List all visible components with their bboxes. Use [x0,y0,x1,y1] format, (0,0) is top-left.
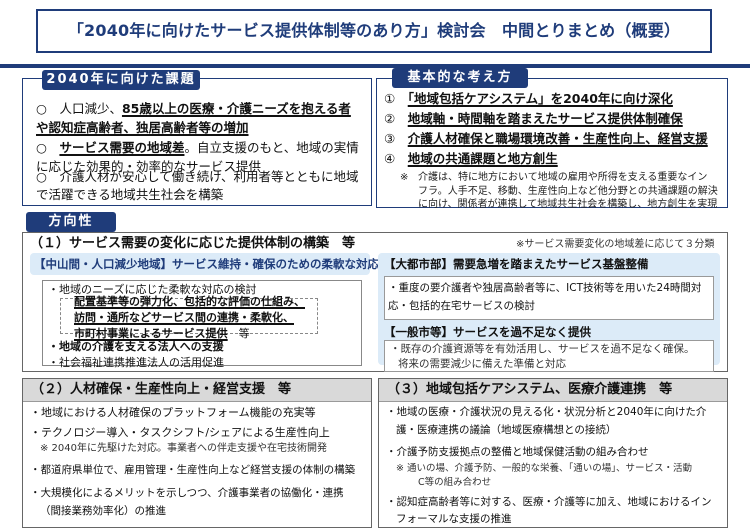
section1-note: ※サービス需要変化の地域差に応じて３分類 [516,239,715,250]
section2-title: （２）人材確保・生産性向上・経営支援 等 [23,379,371,402]
section2-item: ・都道府県単位で、雇用管理・生産性向上など経営支援の体制の構築 [30,464,356,476]
section2-item-line2: （間接業務効率化）の推進 [40,505,166,517]
section3-item-line2: 護・医療連携の議論（地域医療構想との接続） [396,424,617,436]
issue-item-line2: で活躍できる地域共生社会を構築 [36,187,224,202]
section3-note: C等の組み合わせ [418,477,492,488]
basic-note-mark: ※ [400,172,409,183]
city-line: 将来の需要減少に備えた準備と対応 [398,358,566,370]
section3-title: （３）地域包括ケアシステム、医療介護連携 等 [379,379,727,402]
basic-item: ② 地域軸・時間軸を踏まえたサービス提供体制確保 [384,111,683,126]
section3-item: ・地域の医療・介護状況の見える化・状況分析と2040年に向けた介 [386,406,707,418]
flex-line: ・社会福祉連携推進法人の活用促進 [48,356,224,369]
section1-right-header1: 【大都市部】需要急増を踏まえたサービス基盤整備 [384,257,649,271]
issue-item-line2: や認知症高齢者、独居高齢者等の増加 [36,120,249,135]
section1-title: （１）サービス需要の変化に応じた提供体制の構築 等 [30,236,356,251]
direction-heading: 方向性 [26,212,116,232]
issue-item: ○ サービス需要の地域差。自立支援のもと、地域の実情 [36,140,359,155]
city-line: ・既存の介護資源等を有効活用し、サービスを過不足なく確保。 [390,343,695,355]
section2-item: ・地域における人材確保のプラットフォーム機能の充実等 [30,406,316,419]
basic-item: ① 「地域包括ケアシステム」を2040年に向け深化 [384,91,673,106]
basic-item: ④ 地域の共通課題と地方創生 [384,151,558,166]
basic-item: ③ 介護人材確保と職場環境改善・生産性向上、経営支援 [384,131,708,146]
section2-item: ・テクノロジー導入・タスクシフト/シェアによる生産性向上 [30,426,330,439]
document-title: 「2040年に向けたサービス提供体制等のあり方」検討会 中間とりまとめ（概要） [36,9,712,53]
section1-left-header: 【中山間・人口減少地域】サービス維持・確保のための柔軟な対応 [34,257,379,271]
basic-note-line: 介護は、特に地方において地域の雇用や所得を支える重要なイン [418,172,708,183]
section3-item: ・介護予防支援拠点の整備と地域保健活動の組み合わせ [386,446,649,458]
issues-heading: 2040年に向けた課題 [42,70,200,90]
section3-note: ※ 通いの場、介護予防、一般的な栄養、「通いの場」、サービス・活動 [396,463,692,474]
basic-note-line: に向け、関係者が連携して地域共生社会を構築し、地方創生を実現 [418,199,718,210]
section3-item-line2: フォーマルな支援の推進 [396,513,512,525]
section1-right-header2: 【一般市等】サービスを過不足なく提供 [384,325,591,339]
section2-note: ※ 2040年に先駆けた対応。事業者への伴走支援や在宅技術開発 [40,443,328,454]
section2-item: ・大規模化によるメリットを示しつつ、介護事業者の協働化・連携 [30,487,344,499]
metro-line: 応・包括的在宅サービスの検討 [388,300,535,312]
issue-item: ○ 人口減少、85歳以上の医療・介護ニーズを抱える者 [36,101,351,116]
metro-line: ・重度の要介護者や独居高齢者等に、ICT技術等を用いた24時間対 [388,282,702,294]
basic-heading: 基本的な考え方 [392,68,528,88]
